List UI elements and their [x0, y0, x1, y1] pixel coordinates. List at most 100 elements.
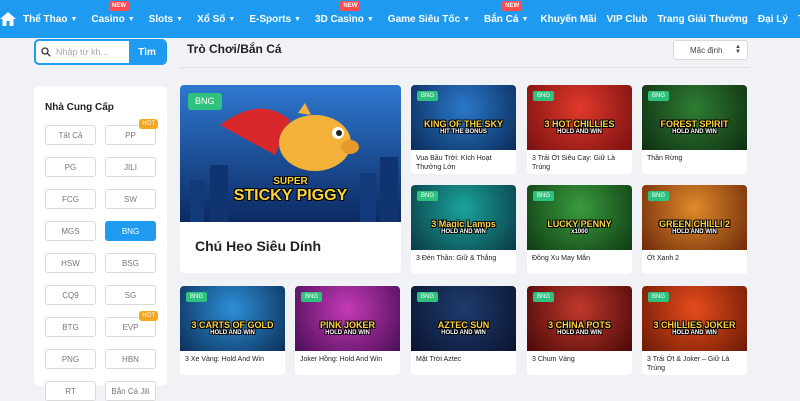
- game-logo-subtitle: HOLD AND WIN: [325, 330, 370, 336]
- divider: [179, 67, 750, 68]
- game-name: Ớt Xanh 2: [647, 255, 680, 262]
- provider-filter-button[interactable]: JILI: [105, 157, 156, 177]
- provider-badge: BNG: [417, 191, 439, 201]
- game-logo-subtitle: HOLD AND WIN: [672, 229, 717, 235]
- game-name: Thần Rừng: [647, 155, 683, 162]
- nav-item[interactable]: Xổ Số ▼: [190, 0, 242, 38]
- game-logo-title: AZTEC SUN: [437, 320, 490, 330]
- provider-badge: BNG: [417, 292, 439, 302]
- provider-filter-button[interactable]: PP HOT: [105, 119, 158, 145]
- provider-filter-button[interactable]: EVP HOT: [105, 311, 158, 337]
- provider-filter-button[interactable]: FCG: [45, 189, 96, 209]
- provider-badge: BNG: [417, 91, 439, 101]
- provider-filter-button[interactable]: HSW: [45, 253, 96, 273]
- provider-label: Tất Cả: [58, 130, 83, 140]
- nav-item[interactable]: E-Sports ▼: [242, 0, 308, 38]
- page-title: Trò Chơi/Bắn Cá: [187, 42, 282, 56]
- sort-select[interactable]: Mặc định ▲ ▼: [673, 40, 748, 60]
- provider-label: BNG: [121, 226, 140, 236]
- game-logo: 3 Magic Lamps HOLD AND WIN: [411, 219, 516, 236]
- game-card[interactable]: FOREST SPIRIT HOLD AND WIN BNG Thần Rừng: [642, 85, 747, 174]
- home-icon[interactable]: [0, 0, 16, 38]
- new-badge: NEW: [502, 1, 523, 11]
- nav-link[interactable]: Trang Giải Thưởng: [652, 0, 752, 38]
- provider-filter-button[interactable]: BTG: [45, 317, 96, 337]
- provider-label: BTG: [62, 322, 79, 332]
- nav-link[interactable]: Thêm: [793, 0, 800, 38]
- game-logo-title: 3 CHILLIES JOKER: [653, 320, 736, 330]
- provider-label: HBN: [122, 354, 139, 364]
- nav-item[interactable]: Casino ▼ NEW: [84, 0, 141, 38]
- game-logo-title: 3 CHINA POTS: [548, 320, 611, 330]
- provider-filter-button[interactable]: RT: [45, 381, 96, 401]
- provider-label: Bắn Cá Jili: [111, 386, 150, 396]
- provider-filter-button[interactable]: CQ9: [45, 285, 96, 305]
- game-name: Mặt Trời Aztec: [416, 356, 462, 363]
- game-logo: 3 CHINA POTS HOLD AND WIN: [527, 320, 632, 337]
- nav-link[interactable]: Khuyến Mãi: [535, 0, 601, 38]
- game-thumbnail: 3 CHILLIES JOKER HOLD AND WIN BNG: [642, 286, 747, 351]
- game-card[interactable]: 3 HOT CHILLIES HOLD AND WIN BNG 3 Trái Ớt S…: [527, 85, 632, 174]
- nav-item[interactable]: Bắn Cá ▼ NEW: [477, 0, 535, 38]
- featured-game-card[interactable]: SUPER STICKY PIGGY BNG Chú Heo Siêu Dính: [180, 85, 401, 273]
- chevron-down-icon: ▼: [127, 15, 135, 23]
- provider-filter-button[interactable]: HBN: [105, 349, 156, 369]
- game-logo-title: 3 Magic Lamps: [431, 219, 496, 229]
- provider-filter-button[interactable]: PG: [45, 157, 96, 177]
- provider-label: PP: [125, 130, 136, 140]
- nav-item[interactable]: Slots ▼: [142, 0, 190, 38]
- provider-filter-button[interactable]: Tất Cả: [45, 125, 96, 145]
- provider-badge: BNG: [533, 292, 555, 302]
- game-name: Joker Hồng: Hold And Win: [300, 356, 383, 363]
- provider-label: SW: [124, 194, 137, 204]
- sort-arrows-icon: ▲ ▼: [735, 44, 741, 55]
- sort-label: Mặc định: [690, 45, 723, 55]
- nav-link[interactable]: VIP Club: [602, 0, 653, 38]
- nav-item-label: Thể Thao: [23, 13, 68, 25]
- nav-menu: Thể Thao ▼ Casino ▼ NEW Slots ▼ Xổ Số ▼ E-Sports ▼…: [16, 0, 535, 38]
- provider-label: PNG: [61, 354, 80, 364]
- game-card[interactable]: 3 Magic Lamps HOLD AND WIN BNG 3 Đèn Thần: …: [411, 185, 516, 274]
- nav-item[interactable]: 3D Casino ▼ NEW: [308, 0, 381, 38]
- provider-filter-button[interactable]: Bắn Cá Jili: [105, 381, 156, 401]
- search-button[interactable]: Tìm: [129, 41, 165, 63]
- game-logo: FOREST SPIRIT HOLD AND WIN: [642, 119, 747, 136]
- nav-item[interactable]: Game Siêu Tốc ▼: [381, 0, 477, 38]
- game-logo-title: KING OF THE SKY: [423, 119, 503, 129]
- game-logo-subtitle: HOLD AND WIN: [672, 129, 717, 135]
- provider-badge: BNG: [648, 292, 670, 302]
- top-navigation: Thể Thao ▼ Casino ▼ NEW Slots ▼ Xổ Số ▼ E-Sports ▼…: [0, 0, 800, 38]
- provider-filter-button[interactable]: SW: [105, 189, 156, 209]
- chevron-down-icon: ▼: [294, 15, 301, 23]
- nav-item[interactable]: Thể Thao ▼: [16, 0, 84, 38]
- provider-filter-button[interactable]: BSG: [105, 253, 156, 273]
- provider-filter-button[interactable]: MGS: [45, 221, 96, 241]
- game-logo: PINK JOKER HOLD AND WIN: [295, 320, 400, 337]
- game-card[interactable]: GREEN CHILLI 2 HOLD AND WIN BNG Ớt Xanh 2: [642, 185, 747, 274]
- provider-badge: BNG: [186, 292, 208, 302]
- game-thumbnail: KING OF THE SKY HIT THE BONUS BNG: [411, 85, 516, 150]
- game-thumbnail: PINK JOKER HOLD AND WIN BNG: [295, 286, 400, 351]
- provider-filter-button[interactable]: PNG: [45, 349, 96, 369]
- game-thumbnail: AZTEC SUN HOLD AND WIN BNG: [411, 286, 516, 351]
- nav-link[interactable]: Đại Lý: [753, 0, 793, 38]
- game-card[interactable]: 3 CHILLIES JOKER HOLD AND WIN BNG 3 Trái Ớt…: [642, 286, 747, 375]
- game-card[interactable]: 3 CARTS OF GOLD HOLD AND WIN BNG 3 Xe Vàng:…: [180, 286, 285, 375]
- game-card[interactable]: PINK JOKER HOLD AND WIN BNG Joker Hồng: Hol…: [295, 286, 400, 375]
- search-input[interactable]: [56, 47, 129, 57]
- game-card[interactable]: KING OF THE SKY HIT THE BONUS BNG Vua Bầu T…: [411, 85, 516, 174]
- nav-item-label: Casino: [91, 13, 125, 25]
- nav-item-label: Xổ Số: [197, 13, 226, 25]
- game-card[interactable]: LUCKY PENNY x1000 BNG Đồng Xu May Mắn: [527, 185, 632, 274]
- game-card[interactable]: AZTEC SUN HOLD AND WIN BNG Mặt Trời Aztec: [411, 286, 516, 375]
- provider-filter-button[interactable]: BNG: [105, 221, 156, 241]
- game-logo-subtitle: HOLD AND WIN: [557, 129, 602, 135]
- provider-label: FCG: [62, 194, 79, 204]
- game-logo-subtitle: HIT THE BONUS: [440, 129, 487, 135]
- game-logo-title: GREEN CHILLI 2: [658, 219, 730, 229]
- provider-filter-button[interactable]: SG: [105, 285, 156, 305]
- game-thumbnail: GREEN CHILLI 2 HOLD AND WIN BNG: [642, 185, 747, 250]
- game-card[interactable]: 3 CHINA POTS HOLD AND WIN BNG 3 Chum Vàng: [527, 286, 632, 375]
- provider-label: CQ9: [62, 290, 79, 300]
- provider-label: SG: [124, 290, 137, 300]
